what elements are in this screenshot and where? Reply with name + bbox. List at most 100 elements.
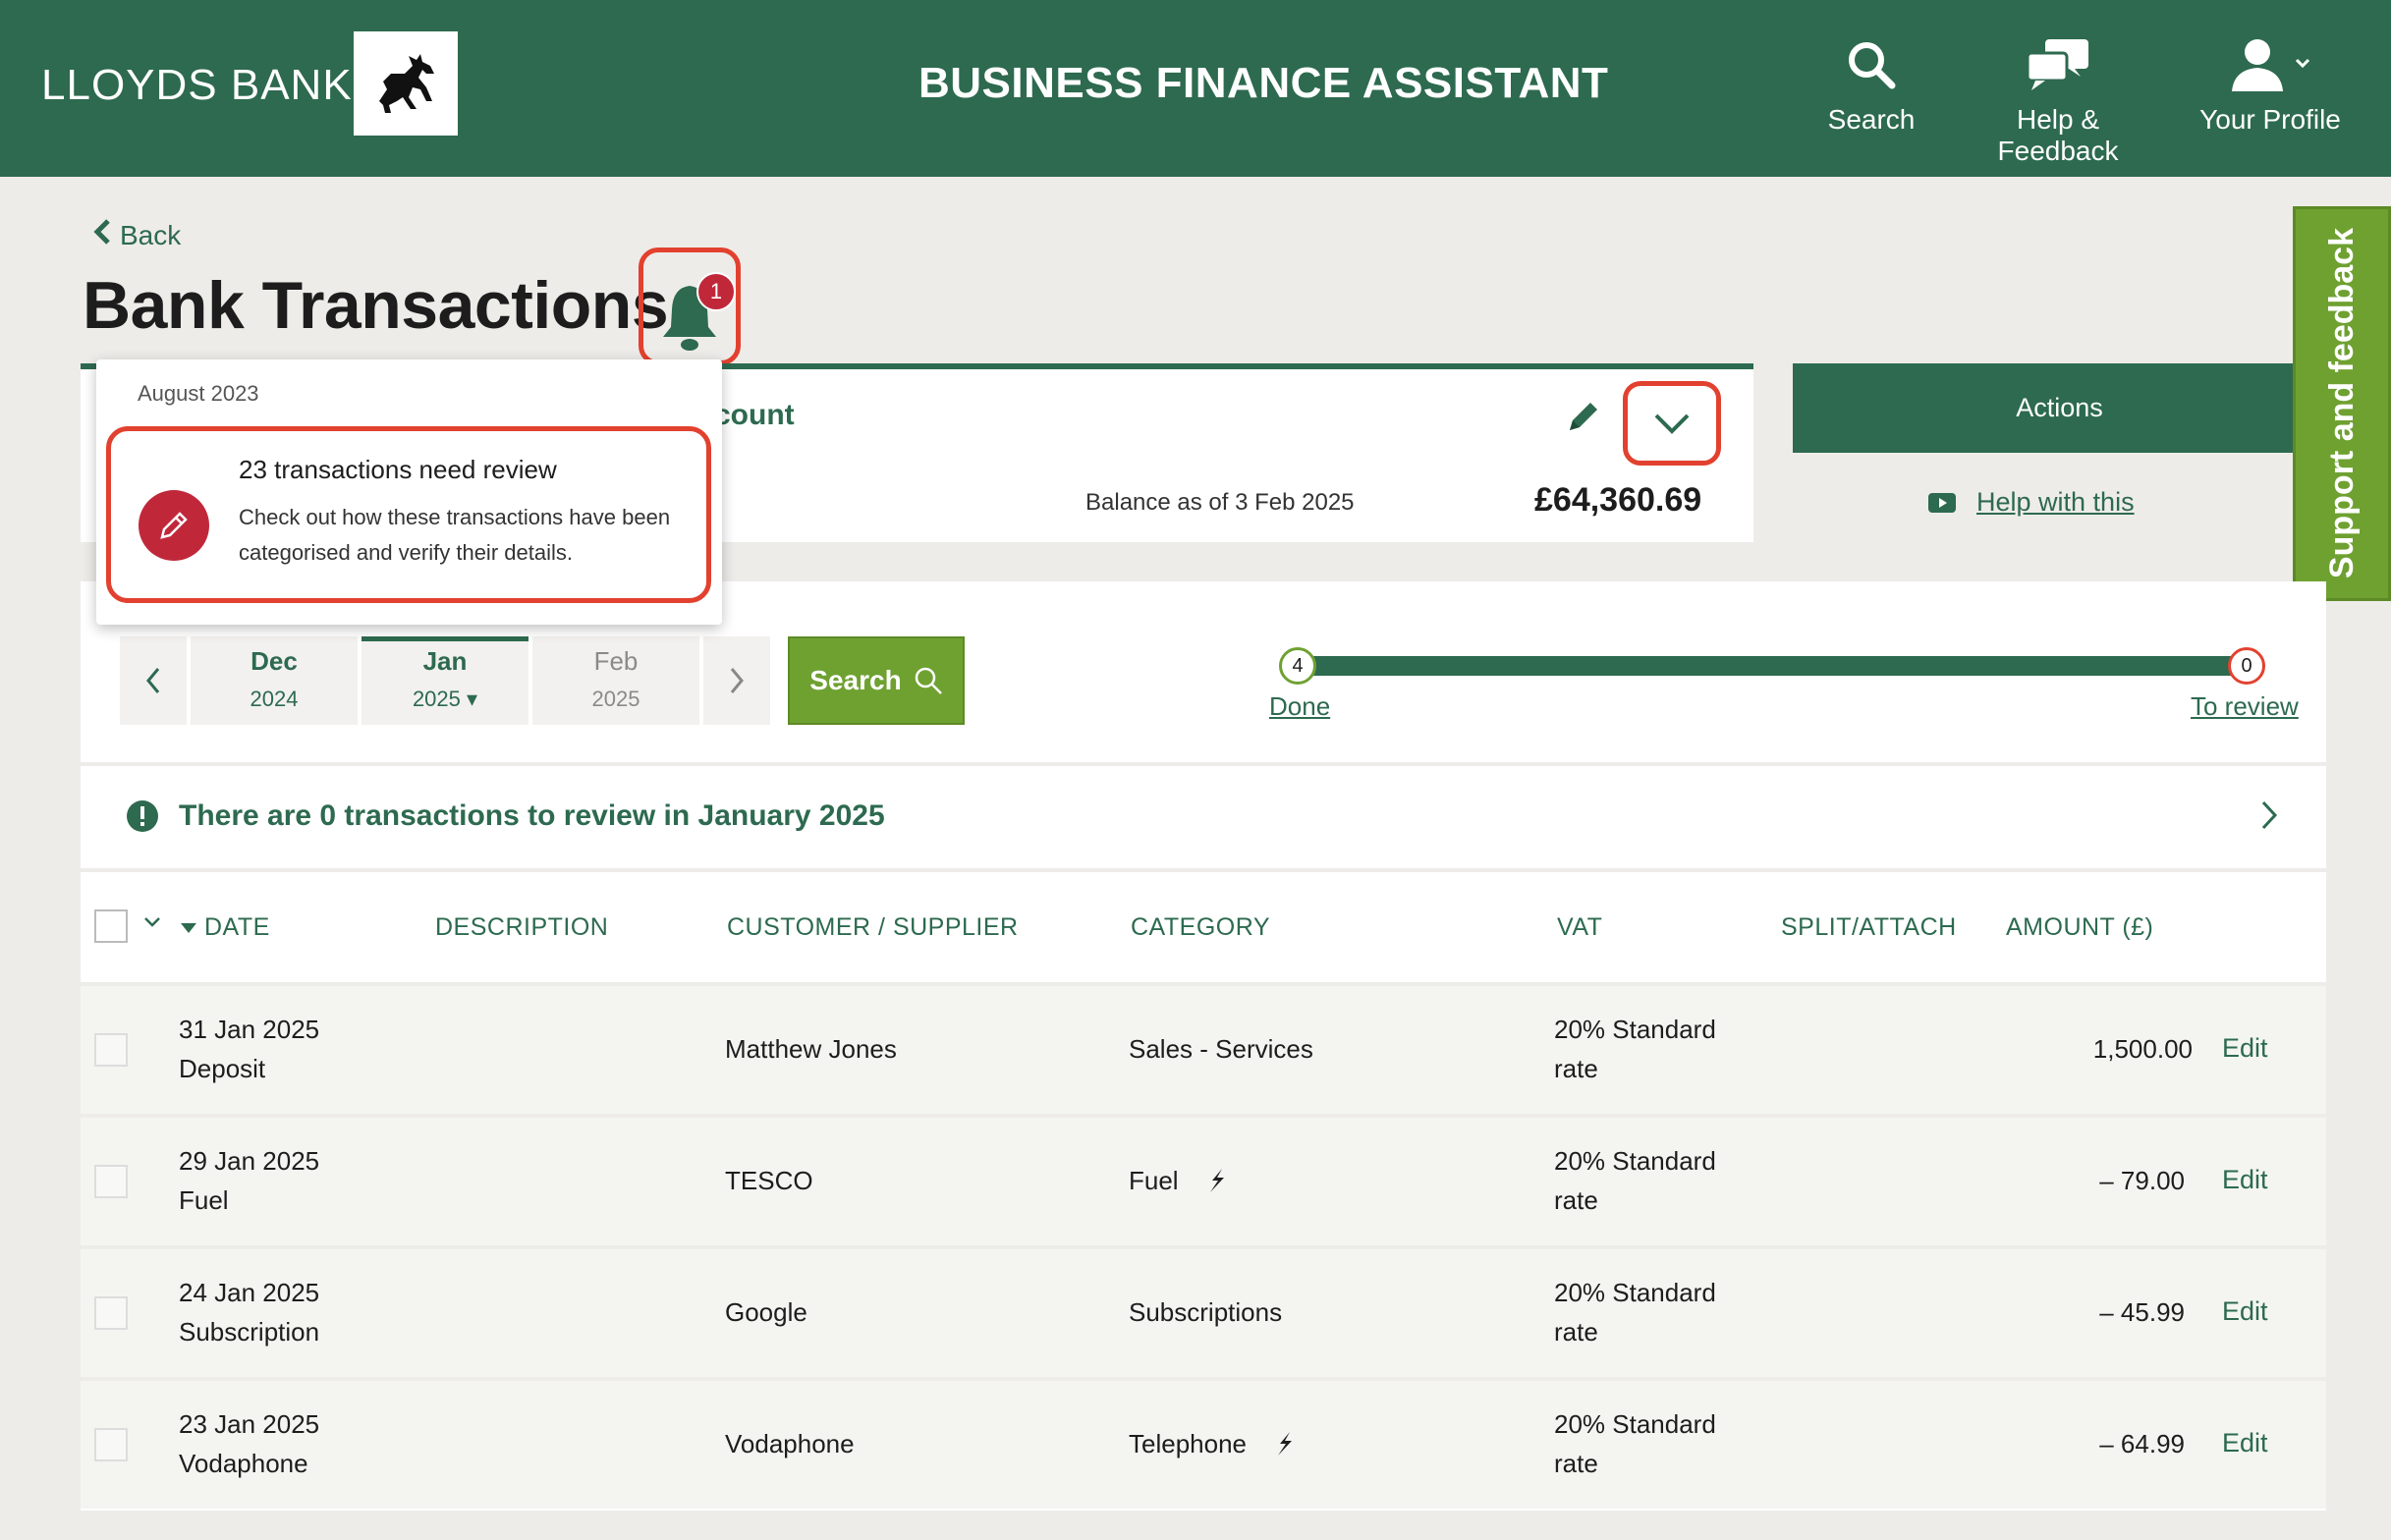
notification-month: August 2023 xyxy=(138,381,259,406)
month-label: Dec xyxy=(250,646,298,676)
row-vat-rate: 20% Standard xyxy=(1554,1015,1716,1044)
column-header-vat[interactable]: VAT xyxy=(1557,913,1602,942)
support-feedback-tab[interactable]: Support and feedback xyxy=(2293,206,2391,601)
month-tab-feb[interactable]: Feb 2025 xyxy=(532,636,699,725)
row-edit-link[interactable]: Edit xyxy=(2222,1296,2268,1327)
app-header: LLOYDS BANK BUSINESS FINANCE ASSISTANT S… xyxy=(0,0,2391,177)
chat-bubbles-icon xyxy=(1955,35,2161,94)
help-with-this-link[interactable]: Help with this xyxy=(1927,487,2135,518)
column-header-category[interactable]: CATEGORY xyxy=(1131,913,1270,942)
your-profile-button[interactable]: Your Profile xyxy=(2196,35,2344,136)
year-label: 2025 ▾ xyxy=(412,687,478,711)
row-checkbox[interactable] xyxy=(94,1296,128,1330)
notification-bell-button[interactable]: 1 xyxy=(639,248,741,365)
row-checkbox[interactable] xyxy=(94,1428,128,1461)
row-vat-rate: 20% Standard xyxy=(1554,1409,1716,1439)
review-count-marker: 0 xyxy=(2228,647,2265,685)
help-feedback-button[interactable]: Help & Feedback xyxy=(1955,35,2161,167)
back-link[interactable]: Back xyxy=(92,218,181,252)
auto-categorised-lightning-icon xyxy=(1278,1432,1292,1456)
account-expand-button[interactable] xyxy=(1623,381,1721,466)
month-label: Feb xyxy=(593,646,639,676)
next-month-button[interactable] xyxy=(703,636,770,725)
column-header-date[interactable]: DATE xyxy=(179,913,270,942)
header-search-label: Search xyxy=(1827,104,1916,135)
row-category: Sales - Services xyxy=(1129,1034,1313,1064)
row-description: Subscription xyxy=(179,1317,320,1347)
row-date: 23 Jan 2025 xyxy=(179,1409,320,1439)
edit-account-button[interactable] xyxy=(1564,397,1603,441)
row-checkbox[interactable] xyxy=(94,1165,128,1198)
column-header-amount[interactable]: AMOUNT (£) xyxy=(2006,913,2153,942)
row-amount: 1,500.00 xyxy=(2092,1034,2193,1064)
divider xyxy=(81,762,2326,766)
row-description: Fuel xyxy=(179,1185,229,1215)
pencil-icon xyxy=(160,512,188,539)
review-progress-bar xyxy=(1297,656,2242,676)
help-link-label: Help with this xyxy=(1976,487,2135,517)
notification-popup: August 2023 23 transactions need review … xyxy=(96,359,722,625)
actions-button[interactable]: Actions xyxy=(1793,363,2326,453)
app-title: BUSINESS FINANCE ASSISTANT xyxy=(918,59,1609,107)
row-edit-link[interactable]: Edit xyxy=(2222,1428,2268,1458)
to-review-link[interactable]: To review xyxy=(2191,691,2299,722)
chevron-left-icon xyxy=(146,668,160,693)
row-amount: – 64.99 xyxy=(2099,1429,2185,1458)
your-profile-label: Your Profile xyxy=(2199,104,2341,135)
sort-descending-icon xyxy=(181,923,196,933)
row-vat-rate: 20% Standard xyxy=(1554,1146,1716,1176)
row-vat-rate: 20% Standard xyxy=(1554,1278,1716,1307)
chevron-right-icon xyxy=(2261,800,2278,830)
video-play-icon xyxy=(1928,492,1956,513)
review-info-expand-button[interactable] xyxy=(2259,799,2279,840)
auto-categorised-lightning-icon xyxy=(1209,1169,1224,1192)
column-header-description[interactable]: DESCRIPTION xyxy=(435,913,608,942)
month-search-button[interactable]: Search xyxy=(788,636,965,725)
notification-item[interactable]: 23 transactions need review Check out ho… xyxy=(106,426,711,603)
notification-badge: 1 xyxy=(696,272,736,311)
month-search-label: Search xyxy=(809,665,902,695)
chevron-down-icon xyxy=(144,917,160,927)
column-label: DATE xyxy=(204,913,270,941)
done-link[interactable]: Done xyxy=(1269,691,1330,722)
row-checkbox[interactable] xyxy=(94,1033,128,1067)
pencil-icon xyxy=(1570,403,1597,430)
row-vat-rate-suffix: rate xyxy=(1554,1317,1598,1347)
row-date: 29 Jan 2025 xyxy=(179,1146,320,1176)
row-edit-link[interactable]: Edit xyxy=(2222,1165,2268,1195)
chevron-left-icon xyxy=(92,218,112,252)
table-row[interactable]: 29 Jan 2025 Fuel TESCO Fuel 20% Standard… xyxy=(81,1118,2326,1245)
back-label: Back xyxy=(120,219,182,250)
row-customer-supplier: Matthew Jones xyxy=(725,1034,897,1064)
table-row[interactable]: 31 Jan 2025 Deposit Matthew Jones Sales … xyxy=(81,986,2326,1114)
column-header-customer-supplier[interactable]: CUSTOMER / SUPPLIER xyxy=(727,913,1019,942)
year-label: 2024 xyxy=(250,687,299,711)
header-search-button[interactable]: Search xyxy=(1827,35,1916,136)
month-tab-jan[interactable]: Jan 2025 ▾ xyxy=(361,636,528,725)
row-category: Fuel xyxy=(1129,1166,1179,1195)
notification-body: Check out how these transactions have be… xyxy=(239,505,671,565)
chevron-down-icon xyxy=(1654,413,1690,434)
prev-month-button[interactable] xyxy=(120,636,187,725)
month-tab-dec[interactable]: Dec 2024 xyxy=(191,636,358,725)
page-title: Bank Transactions xyxy=(83,268,669,343)
select-all-checkbox[interactable] xyxy=(94,909,128,943)
review-info-text: There are 0 transactions to review in Ja… xyxy=(179,799,885,832)
search-icon xyxy=(1827,35,1916,94)
horse-logo-icon[interactable] xyxy=(354,31,458,136)
column-header-split-attach[interactable]: SPLIT/ATTACH xyxy=(1781,913,1957,942)
account-name: count xyxy=(714,399,795,431)
select-options-dropdown[interactable] xyxy=(143,915,161,934)
chevron-right-icon xyxy=(730,668,744,693)
month-label: Jan xyxy=(422,646,468,676)
row-amount: – 79.00 xyxy=(2099,1166,2185,1195)
row-category: Telephone xyxy=(1129,1429,1247,1458)
review-info-banner[interactable]: There are 0 transactions to review in Ja… xyxy=(126,799,885,833)
row-edit-link[interactable]: Edit xyxy=(2222,1033,2268,1064)
table-row[interactable]: 23 Jan 2025 Vodaphone Vodaphone Telephon… xyxy=(81,1381,2326,1509)
row-customer-supplier: Google xyxy=(725,1297,807,1327)
row-date: 24 Jan 2025 xyxy=(179,1278,320,1307)
search-icon xyxy=(915,667,942,694)
notification-heading: 23 transactions need review xyxy=(239,455,557,484)
table-row[interactable]: 24 Jan 2025 Subscription Google Subscrip… xyxy=(81,1249,2326,1377)
